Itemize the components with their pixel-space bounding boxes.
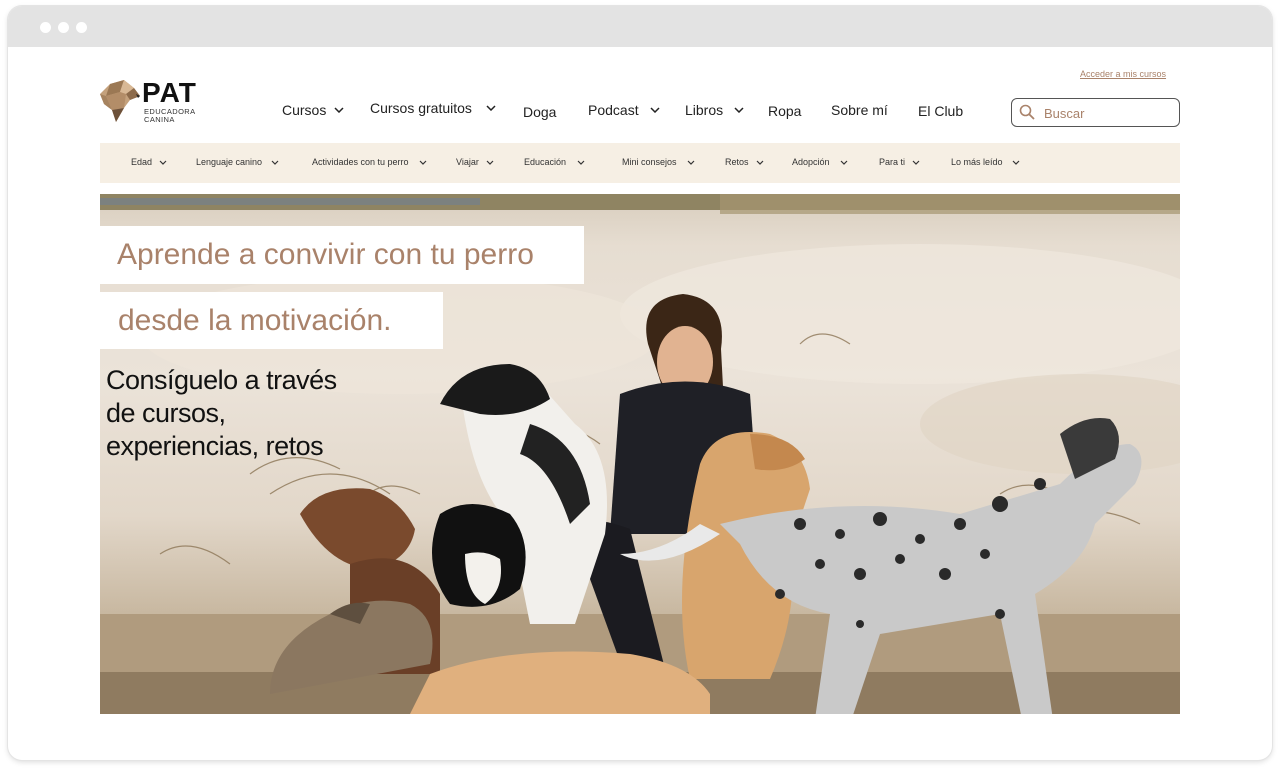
nav-item-label: Libros: [685, 102, 724, 118]
nav-item-cursos[interactable]: Cursos: [282, 102, 344, 118]
nav-item-label: Podcast: [588, 102, 639, 118]
hero-banner: Aprende a convivir con tu perro desde la…: [100, 194, 1180, 714]
search-box[interactable]: [1011, 98, 1180, 127]
hero-subtitle-line1: Consíguelo a través: [106, 365, 337, 395]
hero-headline-line2-box: desde la motivación.: [100, 292, 443, 349]
subnav-item-label: Lenguaje canino: [196, 157, 263, 167]
hero-subtitle-line3: experiencias, retos: [106, 431, 324, 461]
subnav-item-label: Edad: [131, 157, 153, 167]
window-dot-icon: [76, 22, 87, 33]
nav-item-label: Cursos: [282, 102, 327, 118]
chevron-down-icon: [734, 107, 744, 113]
subnav-item-label: Mini consejos: [622, 157, 677, 167]
subnav-item-label: Viajar: [456, 157, 479, 167]
subnav-item-adopcion[interactable]: Adopción: [792, 157, 848, 167]
chevron-down-icon: [486, 105, 496, 111]
chevron-down-icon: [159, 160, 167, 165]
subnav-item-lo-mas-leido[interactable]: Lo más leído: [951, 157, 1020, 167]
hero-headline-line1-box: Aprende a convivir con tu perro: [100, 226, 584, 284]
chevron-down-icon: [912, 160, 920, 165]
access-courses-link[interactable]: Acceder a mis cursos: [1080, 69, 1166, 79]
subnav-item-viajar[interactable]: Viajar: [456, 157, 494, 167]
subnav-item-label: Para ti: [879, 157, 906, 167]
nav-item-label: Doga: [523, 104, 557, 120]
subnav-item-actividades[interactable]: Actividades con tu perro: [312, 157, 427, 167]
chevron-down-icon: [1012, 160, 1019, 165]
chevron-down-icon: [577, 160, 585, 165]
subnav-item-label: Lo más leído: [951, 157, 1003, 167]
hero-headline-line2: desde la motivación.: [118, 303, 392, 337]
nav-item-podcast[interactable]: Podcast: [588, 102, 660, 118]
subnav-item-mini-consejos[interactable]: Mini consejos: [622, 157, 695, 167]
nav-item-doga[interactable]: Doga: [523, 104, 556, 120]
chevron-down-icon: [687, 160, 694, 165]
nav-item-sobre-mi[interactable]: Sobre mí: [831, 102, 888, 118]
chevron-down-icon: [756, 160, 763, 165]
chevron-down-icon: [419, 160, 426, 165]
nav-item-ropa[interactable]: Ropa: [768, 103, 801, 119]
subnav-item-label: Educación: [524, 157, 567, 167]
subnav-item-retos[interactable]: Retos: [725, 157, 764, 167]
nav-item-label: El Club: [918, 103, 964, 119]
search-icon[interactable]: [1019, 104, 1035, 120]
nav-item-el-club[interactable]: El Club: [918, 103, 963, 119]
nav-item-label: Sobre mí: [831, 102, 888, 118]
browser-window: PAT EDUCADORA CANINA Acceder a mis curso…: [8, 6, 1272, 760]
chevron-down-icon: [334, 107, 344, 113]
hero-subtitle-line2: de cursos,: [106, 398, 226, 428]
nav-item-libros[interactable]: Libros: [685, 102, 744, 118]
category-subnav: Edad Lenguaje canino Actividades con tu …: [100, 143, 1180, 183]
subnav-item-label: Actividades con tu perro: [312, 157, 409, 167]
subnav-item-educacion[interactable]: Educación: [524, 157, 585, 167]
nav-item-label: Cursos gratuitos: [370, 100, 472, 116]
chevron-down-icon: [271, 160, 279, 165]
hero-headline-line1: Aprende a convivir con tu perro: [117, 238, 534, 271]
subnav-item-label: Retos: [725, 157, 749, 167]
window-dot-icon: [58, 22, 69, 33]
chevron-down-icon: [840, 160, 847, 165]
nav-item-label: Ropa: [768, 103, 802, 119]
chevron-down-icon: [486, 160, 494, 165]
search-input[interactable]: [1042, 103, 1174, 123]
hero-subtitle: Consíguelo a través de cursos, experienc…: [106, 364, 406, 463]
chevron-down-icon: [650, 107, 660, 113]
subnav-item-label: Adopción: [792, 157, 830, 167]
subnav-item-lenguaje-canino[interactable]: Lenguaje canino: [196, 157, 279, 167]
subnav-item-edad[interactable]: Edad: [131, 157, 167, 167]
window-dot-icon: [40, 22, 51, 33]
browser-titlebar: [8, 6, 1272, 47]
subnav-item-para-ti[interactable]: Para ti: [879, 157, 920, 167]
nav-item-cursos-gratuitos[interactable]: Cursos gratuitos: [370, 100, 496, 116]
